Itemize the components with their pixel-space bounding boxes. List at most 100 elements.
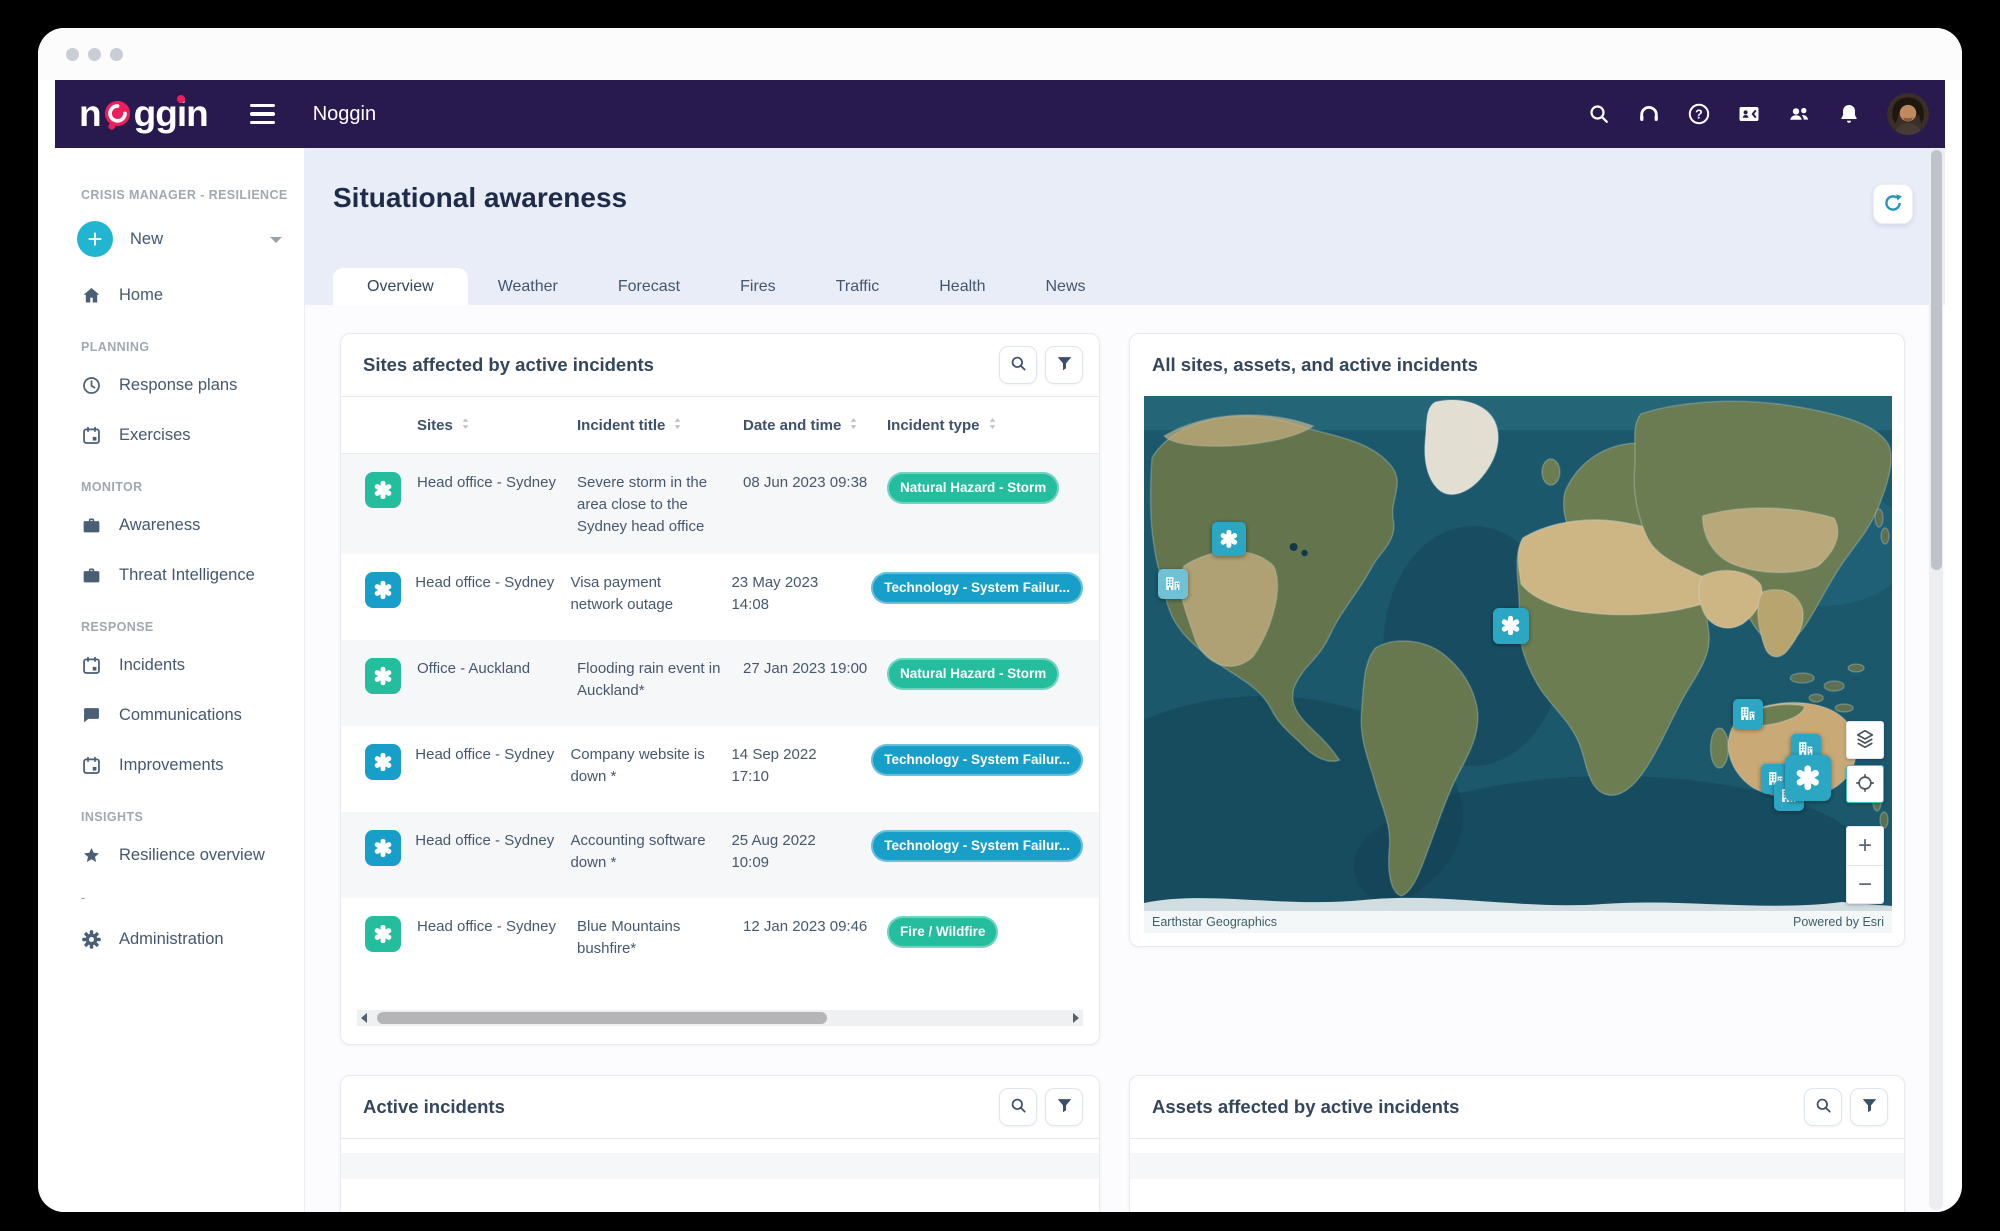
map-marker-site[interactable]: [1733, 699, 1763, 729]
incident-type-badge: Technology - System Failur...: [871, 572, 1083, 604]
users-icon[interactable]: [1779, 94, 1819, 134]
search-icon[interactable]: [1579, 94, 1619, 134]
sidebar-item-resilience-overview[interactable]: Resilience overview: [55, 830, 304, 880]
sidebar-item-communications[interactable]: Communications: [55, 690, 304, 740]
attribution-left: Earthstar Geographics: [1152, 915, 1277, 929]
map-marker-incident[interactable]: [1212, 522, 1246, 556]
search-button[interactable]: [1804, 1088, 1842, 1126]
sort-icon[interactable]: [457, 415, 474, 436]
column-header-date-and-time[interactable]: Date and time: [743, 415, 887, 436]
filter-button[interactable]: [1850, 1088, 1888, 1126]
vertical-scrollbar[interactable]: [1929, 150, 1943, 1210]
column-label: Incident type: [887, 417, 980, 434]
incident-type-badge: Technology - System Failur...: [871, 830, 1083, 862]
column-header-incident-type[interactable]: Incident type: [887, 415, 1099, 436]
tab-fires[interactable]: Fires: [710, 268, 806, 305]
table-row[interactable]: Head office - SydneyAccounting software …: [341, 812, 1099, 898]
scroll-right-arrow[interactable]: [1073, 1013, 1079, 1023]
map-attribution: Earthstar Geographics Powered by Esri: [1144, 911, 1892, 933]
scrollbar-thumb[interactable]: [377, 1012, 827, 1024]
calendar-icon: [81, 425, 102, 446]
search-button[interactable]: [999, 346, 1037, 384]
window-maximize-button[interactable]: [110, 48, 123, 61]
incident-icon: [365, 744, 401, 780]
datetime-cell: 27 Jan 2023 19:00: [743, 658, 887, 680]
divider: [341, 1138, 1099, 1139]
search-icon: [1009, 1096, 1028, 1118]
table-row[interactable]: Head office - SydneyCompany website is d…: [341, 726, 1099, 812]
filter-button[interactable]: [1045, 1088, 1083, 1126]
incident-type-badge: Technology - System Failur...: [871, 744, 1083, 776]
menu-icon[interactable]: [250, 104, 275, 125]
assets-affected-panel: Assets affected by active incidents: [1129, 1075, 1905, 1212]
incident-type-cell: Natural Hazard - Storm: [887, 658, 1099, 690]
datetime-cell: 23 May 2023 14:08: [731, 572, 871, 616]
table-row[interactable]: Head office - SydneyBlue Mountains bushf…: [341, 898, 1099, 984]
tab-bar: OverviewWeatherForecastFiresTrafficHealt…: [333, 268, 1116, 305]
sidebar-item-label: Administration: [119, 930, 224, 949]
scrollbar-thumb[interactable]: [1931, 150, 1942, 570]
horizontal-scrollbar[interactable]: [357, 1010, 1083, 1026]
attribution-right: Powered by Esri: [1793, 915, 1884, 929]
refresh-button[interactable]: [1873, 184, 1913, 224]
panel-title: Active incidents: [363, 1096, 505, 1118]
user-avatar[interactable]: [1887, 93, 1929, 135]
tab-overview[interactable]: Overview: [333, 268, 468, 305]
calendar-icon: [81, 755, 102, 776]
sidebar-item-exercises[interactable]: Exercises: [55, 410, 304, 460]
map-zoom-control: + −: [1846, 826, 1884, 904]
sidebar-item-dash[interactable]: -: [55, 880, 304, 914]
sidebar-item-threat-intelligence[interactable]: Threat Intelligence: [55, 550, 304, 600]
map-locate-button[interactable]: [1846, 765, 1884, 803]
zoom-out-button[interactable]: −: [1847, 865, 1883, 903]
sort-icon[interactable]: [669, 415, 686, 436]
incident-icon-cell: [341, 830, 415, 866]
incident-icon: [365, 916, 401, 952]
chevron-down-icon[interactable]: [270, 237, 282, 243]
window-close-button[interactable]: [66, 48, 79, 61]
column-header-incident-title[interactable]: Incident title: [577, 415, 743, 436]
site-cell: Office - Auckland: [417, 658, 577, 680]
sidebar-item-label: Resilience overview: [119, 846, 265, 865]
map-panel: All sites, assets, and active incidents: [1129, 333, 1905, 947]
world-map[interactable]: + − Earthstar Geographics Powered by Esr…: [1144, 396, 1892, 933]
help-icon[interactable]: ?: [1679, 94, 1719, 134]
table-row[interactable]: Office - AucklandFlooding rain event in …: [341, 640, 1099, 726]
sidebar-item-response-plans[interactable]: Response plans: [55, 360, 304, 410]
contact-card-icon[interactable]: [1729, 94, 1769, 134]
table-row[interactable]: Head office - SydneySevere storm in the …: [341, 454, 1099, 554]
header-actions: ?: [1579, 93, 1929, 135]
search-button[interactable]: [999, 1088, 1037, 1126]
logo-text: n: [79, 99, 101, 129]
tab-weather[interactable]: Weather: [468, 268, 588, 305]
tab-traffic[interactable]: Traffic: [806, 268, 910, 305]
sidebar-item-improvements[interactable]: Improvements: [55, 740, 304, 790]
map-marker-incident[interactable]: [1785, 755, 1831, 801]
headset-icon[interactable]: [1629, 94, 1669, 134]
noggin-logo[interactable]: nggin: [79, 99, 208, 129]
scroll-left-arrow[interactable]: [361, 1013, 367, 1023]
map-layers-button[interactable]: [1846, 721, 1884, 759]
sidebar-item-home[interactable]: Home: [55, 270, 304, 320]
table-row[interactable]: Head office - SydneyVisa payment network…: [341, 554, 1099, 640]
filter-button[interactable]: [1045, 346, 1083, 384]
map-marker-site[interactable]: [1158, 569, 1188, 599]
sort-icon[interactable]: [845, 415, 862, 436]
sidebar-item-administration[interactable]: Administration: [55, 914, 304, 964]
sort-icon[interactable]: [984, 415, 1001, 436]
window-minimize-button[interactable]: [88, 48, 101, 61]
tab-news[interactable]: News: [1016, 268, 1116, 305]
tab-forecast[interactable]: Forecast: [588, 268, 710, 305]
column-header-sites[interactable]: Sites: [417, 415, 577, 436]
bell-icon[interactable]: [1829, 94, 1869, 134]
map-marker-incident[interactable]: [1493, 608, 1529, 644]
sidebar-item-incidents[interactable]: Incidents: [55, 640, 304, 690]
page-title: Situational awareness: [333, 182, 627, 214]
sidebar-section-response: RESPONSE: [81, 620, 304, 634]
sidebar-item-new[interactable]: +New: [55, 208, 304, 270]
sidebar-item-awareness[interactable]: Awareness: [55, 500, 304, 550]
window-titlebar: [38, 28, 1962, 80]
zoom-in-button[interactable]: +: [1847, 827, 1883, 865]
tab-health[interactable]: Health: [909, 268, 1015, 305]
tab-content: Sites affected by active incidents Sites…: [305, 305, 1945, 1212]
